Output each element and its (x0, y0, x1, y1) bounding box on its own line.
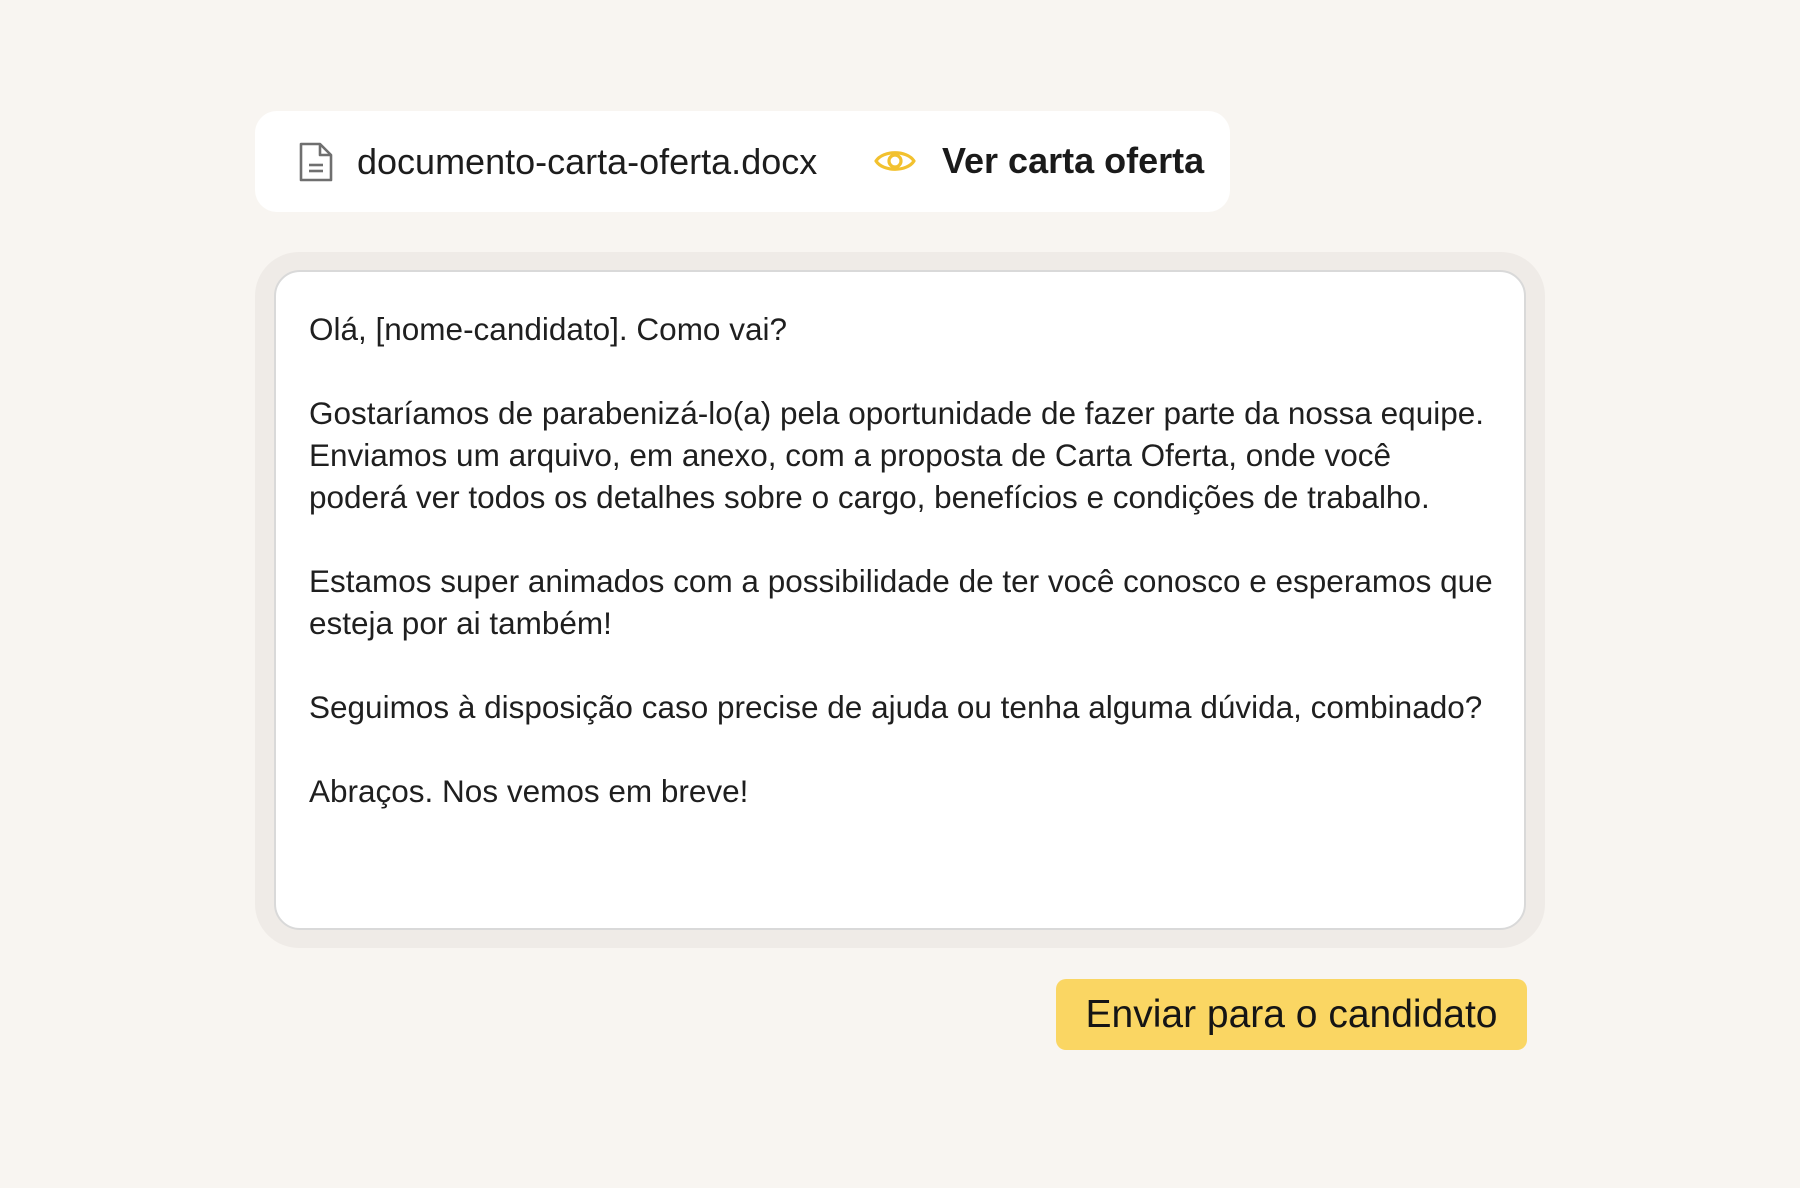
message-textarea[interactable]: Olá, [nome-candidato]. Como vai? Gostarí… (274, 270, 1526, 930)
eye-icon (874, 146, 916, 176)
view-offer-letter-link[interactable]: Ver carta oferta (874, 131, 1204, 191)
message-greeting: Olá, [nome-candidato]. Como vai? (309, 311, 787, 347)
file-name[interactable]: documento-carta-oferta.docx (357, 142, 817, 182)
message-paragraph: Seguimos à disposição caso precise de aj… (309, 689, 1483, 725)
message-paragraph: Gostaríamos de parabenizá-lo(a) pela opo… (309, 395, 1485, 515)
document-icon (298, 141, 334, 183)
message-paragraph: Estamos super animados com a possibilida… (309, 563, 1493, 641)
attachment-bar: documento-carta-oferta.docx Ver carta of… (255, 111, 1230, 212)
view-offer-letter-label: Ver carta oferta (942, 140, 1205, 181)
message-frame: Olá, [nome-candidato]. Como vai? Gostarí… (255, 252, 1545, 948)
message-closing: Abraços. Nos vemos em breve! (309, 773, 749, 809)
send-to-candidate-button[interactable]: Enviar para o candidato (1056, 979, 1527, 1050)
